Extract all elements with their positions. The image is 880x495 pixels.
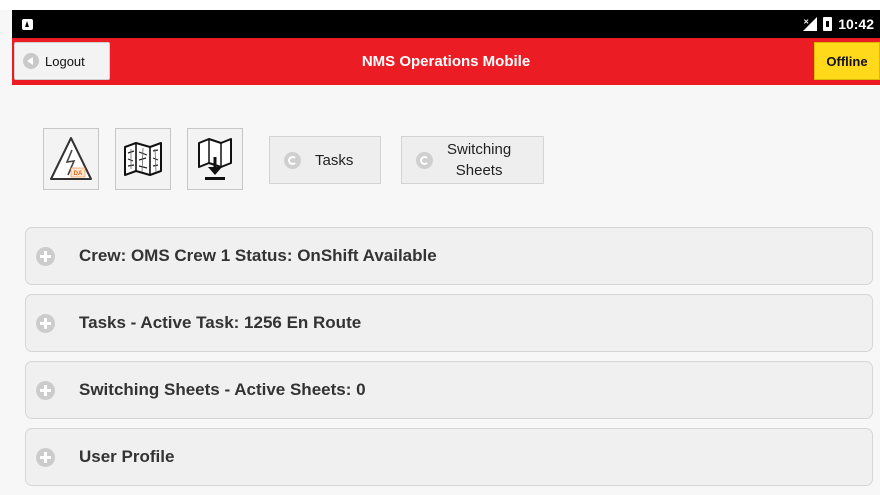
section-label: Crew: OMS Crew 1 Status: OnShift Availab…: [79, 246, 437, 265]
status-indicators: 10:42: [803, 16, 874, 32]
refresh-icon: [416, 151, 433, 169]
switching-sheets-section[interactable]: Switching Sheets - Active Sheets: 0: [25, 361, 873, 419]
switching-sheets-label-line2: Sheets: [455, 162, 503, 179]
page-title: NMS Operations Mobile: [361, 53, 531, 70]
section-label: Switching Sheets - Active Sheets: 0: [79, 380, 366, 399]
expand-plus-icon: [36, 447, 55, 467]
top-margin: [0, 0, 880, 10]
section-label: User Profile: [79, 447, 175, 466]
notification-icon: [22, 18, 33, 30]
switching-sheets-button-label: Switching Sheets: [447, 139, 511, 181]
map-download-icon: [198, 138, 232, 180]
offline-label: Offline: [826, 53, 868, 69]
android-status-bar: 10:42: [12, 10, 880, 38]
crew-status-section[interactable]: Crew: OMS Crew 1 Status: OnShift Availab…: [25, 227, 873, 285]
section-label: Tasks - Active Task: 1256 En Route: [79, 313, 362, 332]
map-download-button[interactable]: [187, 128, 243, 190]
logout-label: Logout: [45, 53, 85, 69]
tasks-button-label: Tasks: [315, 151, 354, 169]
map-icon: [124, 142, 162, 176]
switching-sheets-button[interactable]: Switching Sheets: [401, 136, 544, 184]
damage-assessment-icon: DA: [50, 137, 92, 180]
damage-assessment-button[interactable]: DA: [43, 128, 99, 190]
map-button[interactable]: [115, 128, 171, 190]
expand-plus-icon: [36, 380, 55, 400]
expand-plus-icon: [36, 246, 55, 266]
da-badge-text: DA: [74, 171, 83, 177]
switching-sheets-label-line1: Switching: [447, 141, 512, 158]
clock: 10:42: [838, 16, 874, 32]
user-profile-section[interactable]: User Profile: [25, 428, 873, 486]
logout-button[interactable]: Logout: [14, 42, 110, 80]
offline-button[interactable]: Offline: [814, 42, 880, 80]
tasks-button[interactable]: Tasks: [269, 136, 381, 184]
refresh-icon: [284, 151, 301, 169]
back-arrow-icon: [23, 53, 39, 69]
no-signal-icon: [803, 17, 818, 31]
expand-plus-icon: [36, 313, 55, 333]
tasks-section[interactable]: Tasks - Active Task: 1256 En Route: [25, 294, 873, 352]
app-header: NMS Operations Mobile Logout Offline: [12, 38, 880, 85]
battery-icon: [823, 17, 833, 31]
